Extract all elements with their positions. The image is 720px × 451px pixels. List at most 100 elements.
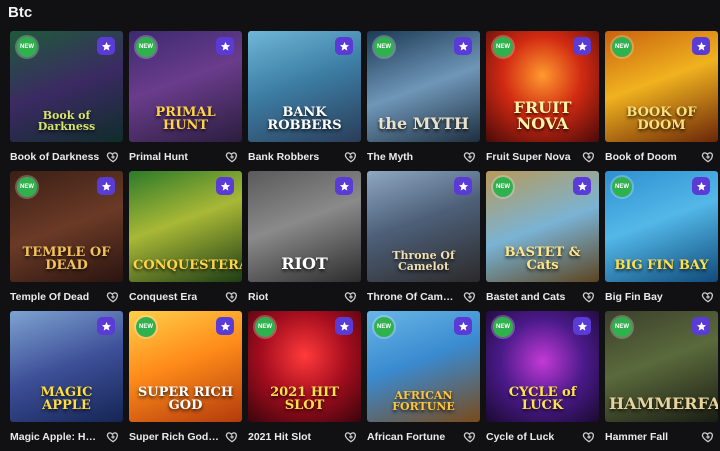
heart-icon[interactable]	[225, 150, 239, 164]
game-name[interactable]: 2021 Hit Slot	[248, 431, 311, 443]
game-name[interactable]: Conquest Era	[129, 291, 197, 303]
heart-icon[interactable]	[225, 430, 239, 444]
game-thumbnail[interactable]: Book of Darkness NEW	[10, 31, 123, 142]
game-thumbnail[interactable]: BASTET & Cats NEW	[486, 171, 599, 282]
heart-icon[interactable]	[463, 430, 477, 444]
game-name[interactable]: Big Fin Bay	[605, 291, 663, 303]
heart-icon[interactable]	[582, 150, 596, 164]
game-name[interactable]: Temple Of Dead	[10, 291, 89, 303]
game-grid: Book of Darkness NEW Book of Darkness PRIMA…	[10, 31, 720, 451]
heart-icon[interactable]	[344, 290, 358, 304]
game-logo-text: 2021 HIT SLOT	[270, 385, 339, 413]
game-name[interactable]: African Fortune	[367, 431, 445, 443]
game-thumbnail[interactable]: 2021 HIT SLOT NEW	[248, 311, 361, 422]
star-icon[interactable]	[335, 317, 353, 335]
game-meta: Temple Of Dead	[10, 282, 123, 311]
game-name[interactable]: Bank Robbers	[248, 151, 319, 163]
heart-icon[interactable]	[701, 290, 715, 304]
game-name[interactable]: Fruit Super Nova	[486, 151, 571, 163]
star-icon[interactable]	[454, 37, 472, 55]
star-icon[interactable]	[573, 177, 591, 195]
game-thumbnail[interactable]: Throne Of Camelot	[367, 171, 480, 282]
game-logo-text: FRUIT NOVA	[513, 98, 572, 133]
heart-icon[interactable]	[106, 290, 120, 304]
star-icon[interactable]	[335, 37, 353, 55]
game-meta: Bank Robbers	[248, 142, 361, 171]
game-card: CONQUESTERA Conquest Era	[129, 171, 242, 311]
game-meta: Bastet and Cats	[486, 282, 599, 311]
game-logo-text: CYCLE of LUCK	[508, 385, 577, 413]
game-thumbnail[interactable]: MAGIC APPLE	[10, 311, 123, 422]
game-thumbnail[interactable]: CONQUESTERA	[129, 171, 242, 282]
game-meta: Book of Doom	[605, 142, 718, 171]
new-badge: NEW	[136, 37, 156, 57]
game-logo-text: AFRICAN FORTUNE	[392, 389, 455, 413]
game-thumbnail[interactable]: TEMPLE OF DEAD NEW	[10, 171, 123, 282]
game-logo-text: MAGIC APPLE	[40, 385, 93, 413]
heart-icon[interactable]	[463, 290, 477, 304]
game-meta: Cycle of Luck	[486, 422, 599, 451]
star-icon[interactable]	[454, 177, 472, 195]
star-icon[interactable]	[454, 317, 472, 335]
game-name[interactable]: Riot	[248, 291, 268, 303]
game-logo-text: TEMPLE OF DEAD	[22, 245, 111, 273]
game-thumbnail[interactable]: BOOK OF DOOM NEW	[605, 31, 718, 142]
star-icon[interactable]	[216, 37, 234, 55]
star-icon[interactable]	[692, 317, 710, 335]
game-logo-text: Book of Darkness	[37, 109, 96, 133]
star-icon[interactable]	[216, 317, 234, 335]
star-icon[interactable]	[692, 37, 710, 55]
star-icon[interactable]	[216, 177, 234, 195]
game-thumbnail[interactable]: FRUIT NOVA NEW	[486, 31, 599, 142]
game-card: SUPER RICH GOD NEW Super Rich God Ho...	[129, 311, 242, 451]
game-card: BANK ROBBERS Bank Robbers	[248, 31, 361, 171]
game-thumbnail[interactable]: AFRICAN FORTUNE NEW	[367, 311, 480, 422]
game-logo-text: BASTET & Cats	[504, 245, 581, 273]
game-name[interactable]: Cycle of Luck	[486, 431, 554, 443]
game-name[interactable]: The Myth	[367, 151, 413, 163]
star-icon[interactable]	[573, 37, 591, 55]
game-thumbnail[interactable]: PRIMAL HUNT NEW	[129, 31, 242, 142]
heart-icon[interactable]	[582, 430, 596, 444]
game-card: Throne Of Camelot Throne Of Camelot	[367, 171, 480, 311]
game-name[interactable]: Bastet and Cats	[486, 291, 565, 303]
star-icon[interactable]	[97, 317, 115, 335]
heart-icon[interactable]	[344, 430, 358, 444]
new-badge: NEW	[493, 177, 513, 197]
heart-icon[interactable]	[701, 150, 715, 164]
game-thumbnail[interactable]: HAMMERFALL NEW	[605, 311, 718, 422]
game-name[interactable]: Hammer Fall	[605, 431, 668, 443]
game-name[interactable]: Throne Of Camelot	[367, 291, 459, 303]
game-name[interactable]: Magic Apple: Hold ...	[10, 431, 102, 443]
star-icon[interactable]	[692, 177, 710, 195]
star-icon[interactable]	[97, 37, 115, 55]
game-name[interactable]: Primal Hunt	[129, 151, 188, 163]
game-thumbnail[interactable]: RIOT	[248, 171, 361, 282]
game-name[interactable]: Book of Darkness	[10, 151, 99, 163]
game-thumbnail[interactable]: the MYTH NEW	[367, 31, 480, 142]
heart-icon[interactable]	[106, 430, 120, 444]
game-meta: Super Rich God Ho...	[129, 422, 242, 451]
game-name[interactable]: Super Rich God Ho...	[129, 431, 221, 443]
game-logo-text: BANK ROBBERS	[267, 105, 342, 133]
heart-icon[interactable]	[106, 150, 120, 164]
game-thumbnail[interactable]: BANK ROBBERS	[248, 31, 361, 142]
heart-icon[interactable]	[701, 430, 715, 444]
game-card: Book of Darkness NEW Book of Darkness	[10, 31, 123, 171]
heart-icon[interactable]	[225, 290, 239, 304]
heart-icon[interactable]	[582, 290, 596, 304]
game-card: PRIMAL HUNT NEW Primal Hunt	[129, 31, 242, 171]
game-logo-text: the MYTH	[378, 114, 469, 133]
star-icon[interactable]	[335, 177, 353, 195]
heart-icon[interactable]	[463, 150, 477, 164]
game-card: FRUIT NOVA NEW Fruit Super Nova	[486, 31, 599, 171]
game-card: MAGIC APPLE Magic Apple: Hold ...	[10, 311, 123, 451]
heart-icon[interactable]	[344, 150, 358, 164]
game-name[interactable]: Book of Doom	[605, 151, 677, 163]
game-thumbnail[interactable]: SUPER RICH GOD NEW	[129, 311, 242, 422]
new-badge: NEW	[255, 317, 275, 337]
game-thumbnail[interactable]: BIG FIN BAY NEW	[605, 171, 718, 282]
star-icon[interactable]	[573, 317, 591, 335]
game-thumbnail[interactable]: CYCLE of LUCK NEW	[486, 311, 599, 422]
star-icon[interactable]	[97, 177, 115, 195]
